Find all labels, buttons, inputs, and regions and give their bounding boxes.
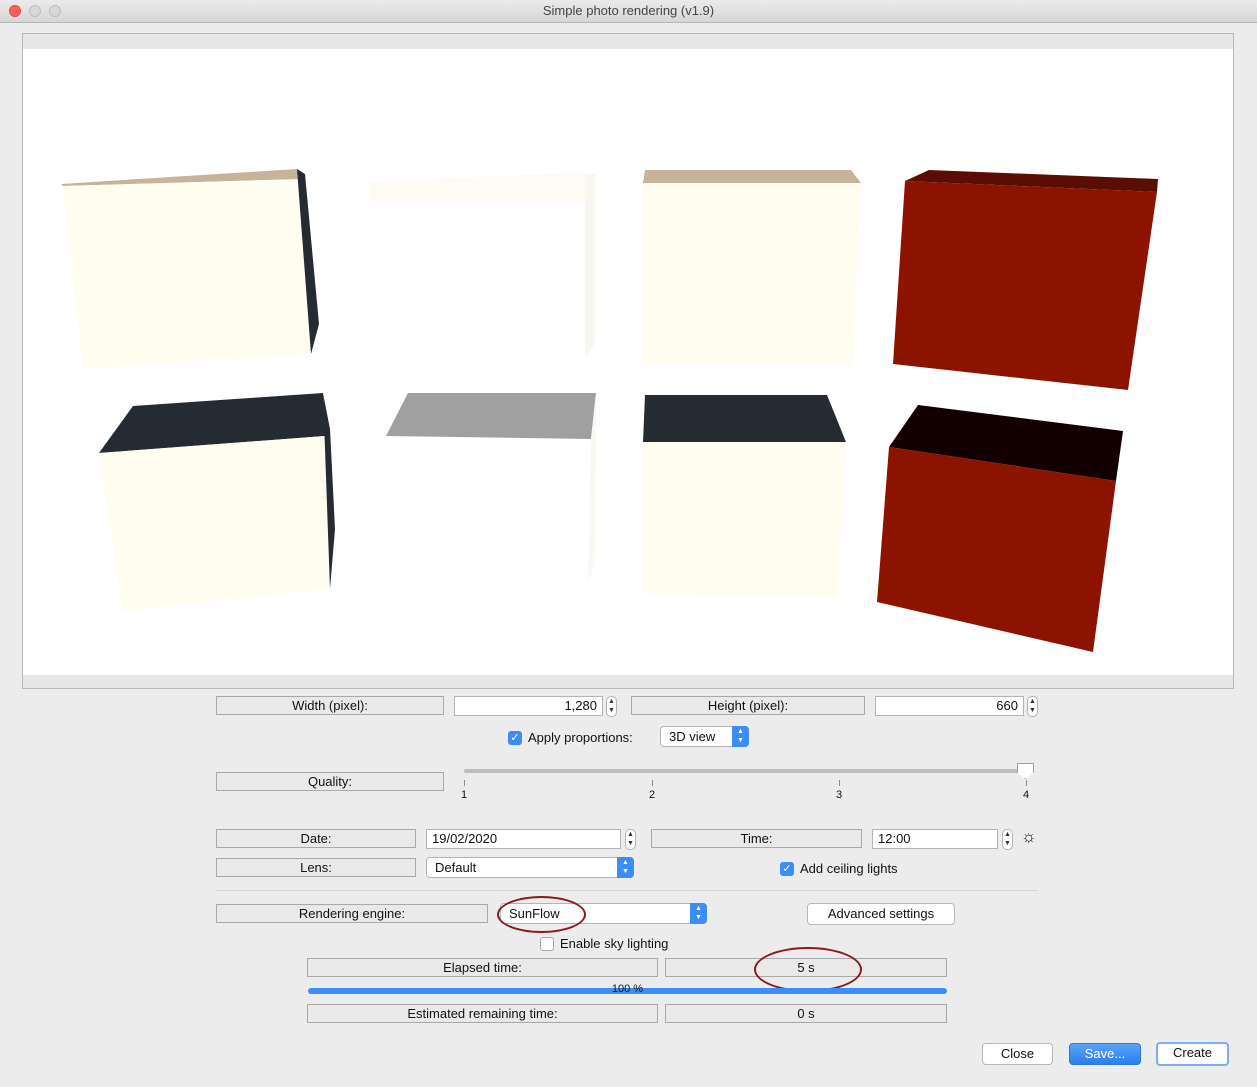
cube-3-top [643,170,861,183]
section-divider [216,890,1038,891]
create-button[interactable]: Create [1156,1042,1229,1066]
quality-tick-label: 1 [461,789,468,801]
remaining-time-value: 0 s [665,1004,947,1023]
window-title: Simple photo rendering (v1.9) [542,3,715,18]
quality-label: Quality: [216,772,444,791]
width-stepper[interactable]: ▲ ▼ [606,696,617,717]
stepper-up-icon: ▲ [627,831,634,838]
stepper-up-icon: ▲ [1004,831,1011,838]
apply-proportions-checkbox[interactable]: ✓ [508,731,522,745]
cube-7-top [643,395,846,442]
stepper-down-icon: ▼ [1029,707,1036,714]
width-input[interactable]: 1,280 [454,696,603,716]
cube-2-top [368,172,585,202]
quality-tick-label: 3 [836,789,843,801]
sun-icon[interactable]: ☼ [1021,827,1037,847]
stepper-up-icon: ▲ [608,698,615,705]
rendering-engine-label: Rendering engine: [216,904,488,923]
stepper-up-icon: ▲ [1029,698,1036,705]
stepper-down-icon: ▼ [608,707,615,714]
sky-lighting-label: Enable sky lighting [560,936,669,951]
quality-tick [652,780,653,786]
height-input[interactable]: 660 [875,696,1024,716]
cube-4-front [893,181,1157,390]
cube-3-front [643,183,861,364]
render-preview [22,33,1234,689]
width-label: Width (pixel): [216,696,444,715]
select-arrows-icon: ▲ ▼ [690,903,707,924]
apply-proportions-label: Apply proportions: [528,730,633,745]
time-stepper[interactable]: ▲ ▼ [1002,829,1013,850]
date-input[interactable]: 19/02/2020 [426,829,621,849]
stepper-down-icon: ▼ [1004,840,1011,847]
title-bar: Simple photo rendering (v1.9) [0,0,1257,23]
date-label: Date: [216,829,416,848]
render-progress-text: 100 % [611,983,644,995]
quality-tick [1026,780,1027,786]
height-stepper[interactable]: ▲ ▼ [1027,696,1038,717]
cube-1-front [63,179,311,369]
checkmark-icon: ✓ [782,863,792,875]
quality-tick-label: 2 [649,789,656,801]
lens-select[interactable]: Default ▲ ▼ [426,857,634,878]
lens-select-value: Default [435,860,477,875]
quality-tick-label: 4 [1023,789,1030,801]
quality-tick [839,780,840,786]
close-button[interactable]: Close [982,1043,1053,1065]
date-stepper[interactable]: ▲ ▼ [625,829,636,850]
advanced-settings-button[interactable]: Advanced settings [807,903,955,925]
select-arrows-icon: ▲ ▼ [617,857,634,878]
height-label: Height (pixel): [631,696,865,715]
cube-2-side [585,174,595,359]
cube-7-front [643,442,846,597]
sky-lighting-checkbox[interactable] [540,937,554,951]
quality-slider-track[interactable] [464,769,1027,773]
quality-slider-thumb[interactable] [1017,763,1034,779]
rendered-image [61,169,1158,652]
time-input[interactable]: 12:00 [872,829,998,849]
annotation-circle-engine [497,896,586,933]
time-label: Time: [651,829,862,848]
quality-tick [464,780,465,786]
elapsed-time-label: Elapsed time: [307,958,658,977]
lens-label: Lens: [216,858,416,877]
ceiling-lights-checkbox[interactable]: ✓ [780,862,794,876]
remaining-time-label: Estimated remaining time: [307,1004,658,1023]
select-arrows-icon: ▲ ▼ [732,726,749,747]
cube-5-front [99,436,330,611]
proportions-select[interactable]: 3D view ▲ ▼ [660,726,749,747]
proportions-select-value: 3D view [669,729,716,744]
cube-6-top [386,393,596,439]
save-button[interactable]: Save... [1069,1043,1141,1065]
checkmark-icon: ✓ [510,732,520,744]
cube-8-front [877,447,1116,652]
stepper-down-icon: ▼ [627,840,634,847]
ceiling-lights-label: Add ceiling lights [800,861,898,876]
